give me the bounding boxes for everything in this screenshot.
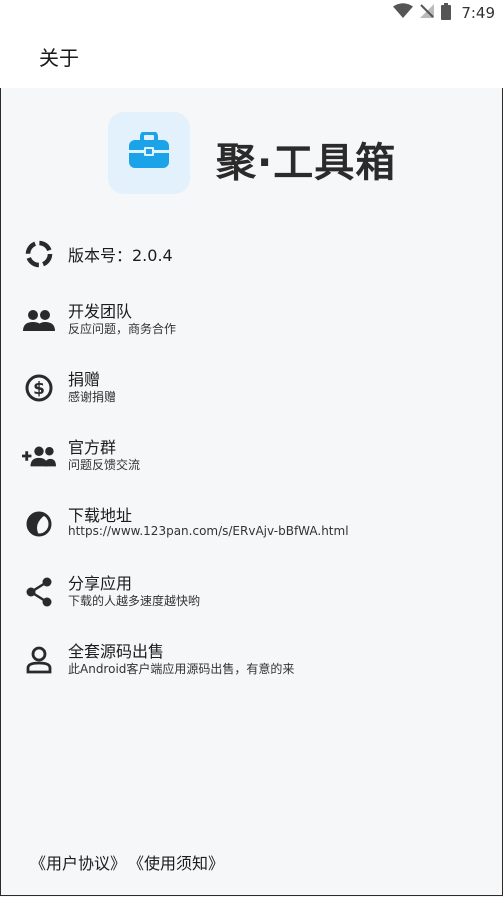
team-icon [22,303,56,337]
status-bar: 7:49 [0,0,503,26]
menu-item-title: 版本号：2.0.4 [68,246,173,265]
menu-item-title: 全套源码出售 [68,642,165,661]
menu-item-download-url[interactable]: 下载地址 https://www.123pan.com/s/ERvAjv-bBf… [0,496,503,552]
menu-item-subtitle: 问题反馈交流 [68,458,141,472]
menu-item-version[interactable]: 版本号：2.0.4 [0,226,503,282]
group-add-icon [22,439,56,473]
menu-item-title: 捐赠 [68,370,101,389]
menu-item-official-group[interactable]: 官方群 问题反馈交流 [0,428,503,484]
status-time: 7:49 [461,4,495,22]
menu-item-subtitle: https://www.123pan.com/s/ERvAjv-bBfWA.ht… [68,524,349,538]
app-name: 聚·工具箱 [216,140,397,186]
version-ring-icon [22,237,56,271]
toolbox-icon [128,131,170,174]
menu-item-share-app[interactable]: 分享应用 下载的人越多速度越快哟 [0,564,503,620]
menu-item-subtitle: 反应问题，商务合作 [68,322,177,336]
menu-item-title: 开发团队 [68,302,133,321]
user-agreement-link[interactable]: 《用户协议》 [30,850,126,874]
no-signal-icon [419,3,435,23]
menu-item-source-code-sale[interactable]: 全套源码出售 此Android客户端应用源码出售，有意的来 [0,632,503,688]
person-icon [22,643,56,677]
app-bar: 关于 [0,26,503,88]
contrast-icon [22,507,56,541]
dollar-coin-icon: $ [22,371,56,405]
menu-item-title: 官方群 [68,438,117,457]
menu-item-title: 分享应用 [68,574,133,593]
app-header: 聚·工具箱 [0,110,503,200]
status-icons: 7:49 [393,2,495,24]
menu-item-title: 下载地址 [68,506,133,525]
share-icon [22,575,56,609]
app-logo [108,112,190,194]
page-title: 关于 [39,46,79,70]
menu-item-subtitle: 此Android客户端应用源码出售，有意的来 [68,662,295,676]
menu-item-subtitle: 感谢捐赠 [68,390,117,404]
wifi-icon [393,3,414,23]
menu-item-team[interactable]: 开发团队 反应问题，商务合作 [0,292,503,348]
menu-item-subtitle: 下载的人越多速度越快哟 [68,594,201,608]
usage-notice-link[interactable]: 《使用须知》 [128,850,224,874]
menu-item-donate[interactable]: $ 捐赠 感谢捐赠 [0,360,503,416]
footer-links: 《用户协议》 《使用须知》 [30,850,224,874]
svg-text:$: $ [33,379,45,399]
battery-icon [441,2,452,24]
